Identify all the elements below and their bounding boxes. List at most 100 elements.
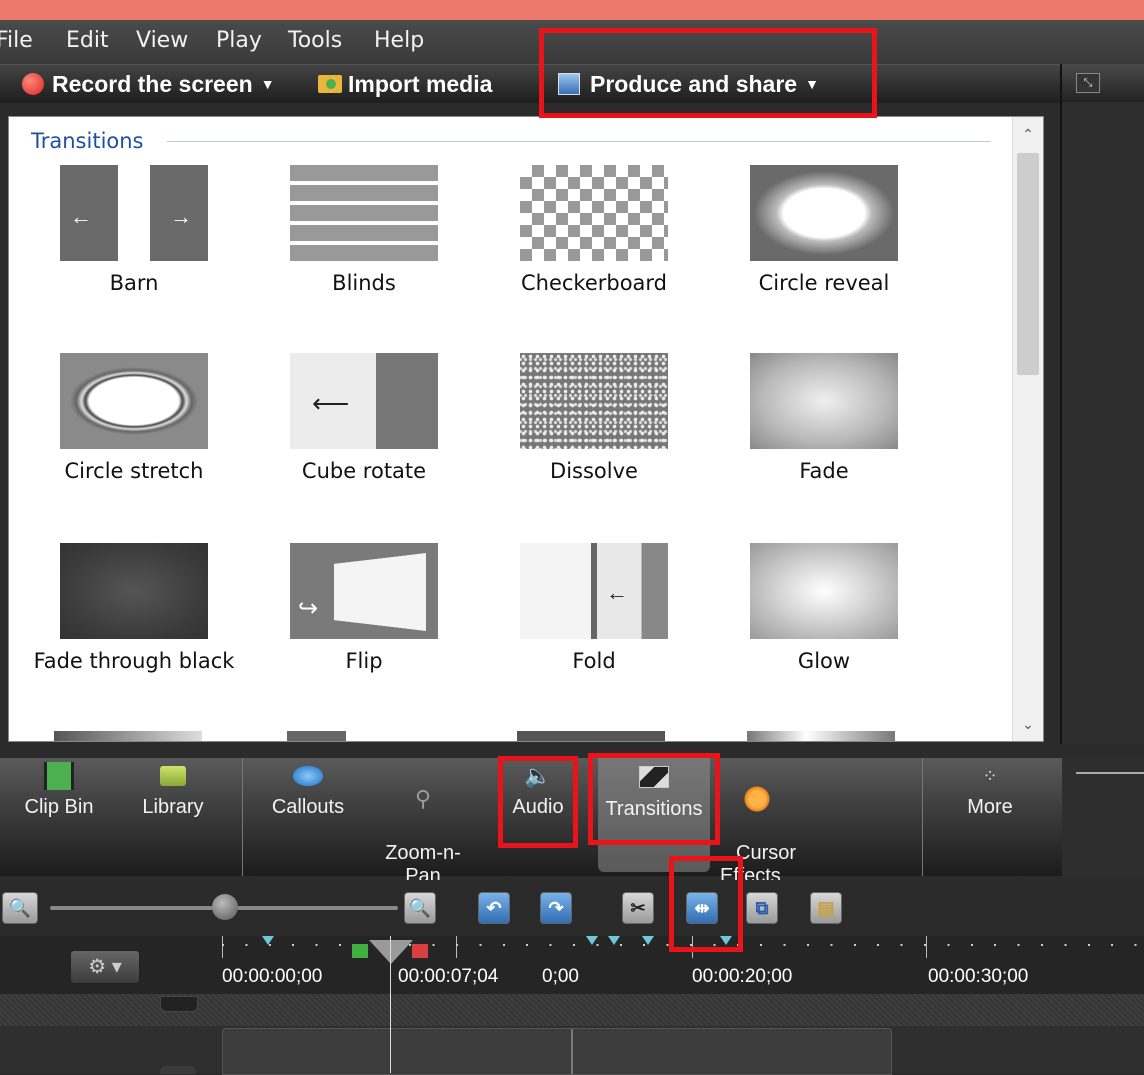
highlight-produce-share bbox=[539, 28, 877, 118]
checkerboard-thumbnail bbox=[520, 165, 668, 261]
tab-divider bbox=[242, 758, 243, 876]
transition-label: Circle reveal bbox=[758, 271, 890, 295]
transition-label: Fade through black bbox=[33, 649, 235, 673]
folder-icon bbox=[160, 766, 186, 786]
track-1-header[interactable] bbox=[160, 996, 198, 1012]
dots-icon: ⁘ bbox=[982, 766, 998, 786]
menu-tools[interactable]: Tools bbox=[288, 28, 342, 53]
preview-panel: ⤡ bbox=[1060, 64, 1144, 744]
marker-icon[interactable] bbox=[642, 936, 654, 945]
playhead-line[interactable] bbox=[390, 936, 391, 1073]
undo-icon[interactable]: ↶ bbox=[478, 892, 510, 924]
transitions-panel: Transitions ← → Barn Blinds Checkerboard… bbox=[8, 116, 1044, 742]
film-strip-icon bbox=[44, 762, 74, 790]
scroll-up-icon[interactable]: ⌃ bbox=[1013, 121, 1043, 147]
partial-thumbnail bbox=[54, 731, 202, 741]
redo-icon[interactable]: ↷ bbox=[540, 892, 572, 924]
transition-label: Fold bbox=[572, 649, 616, 673]
selection-end-flag[interactable] bbox=[412, 944, 428, 958]
clip-split-line bbox=[571, 1029, 573, 1074]
preview-toolbar: ⤡ bbox=[1062, 64, 1144, 102]
tab-divider bbox=[922, 758, 923, 876]
tab-library[interactable]: Library bbox=[118, 758, 228, 876]
speech-bubble-icon bbox=[293, 766, 323, 786]
time-label: 00:00:30;00 bbox=[928, 966, 1029, 987]
time-label: 00:00:00;00 bbox=[222, 966, 323, 987]
marker-icon[interactable] bbox=[586, 936, 598, 945]
highlight-split-button bbox=[669, 856, 743, 952]
tab-label: Callouts bbox=[271, 796, 345, 818]
record-label: Record the screen bbox=[52, 70, 253, 97]
transition-blinds[interactable]: Blinds bbox=[249, 165, 479, 295]
ruler-tick bbox=[926, 936, 927, 958]
marker-icon[interactable] bbox=[262, 936, 274, 945]
record-icon bbox=[22, 73, 44, 95]
transition-checkerboard[interactable]: Checkerboard bbox=[479, 165, 709, 295]
menu-edit[interactable]: Edit bbox=[66, 28, 109, 53]
marker-icon[interactable] bbox=[608, 936, 620, 945]
highlight-audio-tab bbox=[498, 756, 578, 848]
menu-play[interactable]: Play bbox=[216, 28, 262, 53]
transition-label: Checkerboard bbox=[520, 271, 668, 295]
fold-thumbnail: ← bbox=[520, 543, 668, 639]
tab-label: More bbox=[967, 796, 1013, 818]
timeline-ruler-row: ⚙ ▾ 00:00:00;00 00:00:07;04 0;00 00:00:2… bbox=[0, 936, 1144, 994]
tab-zoom-n-pan[interactable]: ⚲ Zoom-n- Pan bbox=[368, 758, 478, 887]
transitions-scrollbar[interactable]: ⌃ ⌄ bbox=[1012, 117, 1043, 741]
transition-label: Flip bbox=[345, 649, 383, 673]
paste-icon[interactable]: ▤ bbox=[810, 892, 842, 924]
menu-view[interactable]: View bbox=[136, 28, 188, 53]
circle-stretch-thumbnail bbox=[60, 353, 208, 449]
transition-cube-rotate[interactable]: ⟵ Cube rotate bbox=[249, 353, 479, 483]
timeline-toolbar: 🔍 🔍 ↶ ↷ ✂ ⇹ ⧉ ▤ bbox=[0, 880, 1144, 936]
import-media-button[interactable]: Import media bbox=[318, 70, 492, 98]
transition-circle-reveal[interactable]: Circle reveal bbox=[709, 165, 939, 295]
detach-preview-icon[interactable]: ⤡ bbox=[1076, 73, 1100, 93]
fade-through-black-thumbnail bbox=[60, 543, 208, 639]
transition-fade-through-black[interactable]: Fade through black bbox=[19, 543, 249, 673]
copy-icon[interactable]: ⧉ bbox=[746, 892, 778, 924]
time-label: 00:00:07;04 bbox=[398, 966, 499, 987]
transition-flip[interactable]: ↪ Flip bbox=[249, 543, 479, 673]
barn-thumbnail: ← → bbox=[60, 165, 208, 261]
transition-label: Dissolve bbox=[550, 459, 638, 483]
chevron-down-icon: ▼ bbox=[260, 76, 275, 92]
ruler-tick bbox=[456, 936, 457, 958]
partial-thumbnail bbox=[747, 731, 895, 741]
transition-label: Blinds bbox=[332, 271, 396, 295]
ruler-tick bbox=[222, 936, 223, 958]
zoom-in-icon[interactable]: 🔍 bbox=[404, 892, 436, 924]
transition-fold[interactable]: ← Fold bbox=[479, 543, 709, 673]
transition-barn[interactable]: ← → Barn bbox=[19, 165, 249, 295]
record-screen-button[interactable]: Record the screen ▼ bbox=[22, 70, 275, 98]
blinds-thumbnail bbox=[290, 165, 438, 261]
flip-thumbnail: ↪ bbox=[290, 543, 438, 639]
tab-more[interactable]: ⁘ More bbox=[950, 758, 1030, 876]
scroll-down-icon[interactable]: ⌄ bbox=[1013, 711, 1043, 737]
time-label: 00:00:20;00 bbox=[692, 966, 793, 987]
menu-help[interactable]: Help bbox=[374, 28, 424, 53]
tab-label: Library bbox=[142, 796, 204, 818]
gear-icon[interactable]: ⚙ ▾ bbox=[70, 950, 140, 984]
scroll-thumb[interactable] bbox=[1017, 153, 1039, 375]
selection-start-flag[interactable] bbox=[352, 944, 368, 958]
import-label: Import media bbox=[348, 70, 493, 97]
main-toolbar: Record the screen ▼ Import media Produce… bbox=[0, 64, 1060, 103]
tabs-right-area bbox=[1062, 758, 1144, 876]
timeline-clip[interactable] bbox=[222, 1028, 892, 1075]
transition-dissolve[interactable]: Dissolve bbox=[479, 353, 709, 483]
transition-glow[interactable]: Glow bbox=[709, 543, 939, 673]
transition-circle-stretch[interactable]: Circle stretch bbox=[19, 353, 249, 483]
magnifier-icon: ⚲ bbox=[414, 786, 432, 811]
transitions-group-title: Transitions bbox=[31, 129, 144, 153]
tab-callouts[interactable]: Callouts bbox=[258, 758, 358, 876]
playhead-handle[interactable] bbox=[369, 940, 413, 964]
tab-clip-bin[interactable]: Clip Bin bbox=[0, 758, 118, 876]
menu-file[interactable]: File bbox=[0, 28, 33, 53]
transition-label: Fade bbox=[799, 459, 849, 483]
zoom-out-icon[interactable]: 🔍 bbox=[2, 892, 38, 924]
transition-fade[interactable]: Fade bbox=[709, 353, 939, 483]
fade-thumbnail bbox=[750, 353, 898, 449]
zoom-slider-knob[interactable] bbox=[212, 894, 238, 920]
cut-icon[interactable]: ✂ bbox=[622, 892, 654, 924]
